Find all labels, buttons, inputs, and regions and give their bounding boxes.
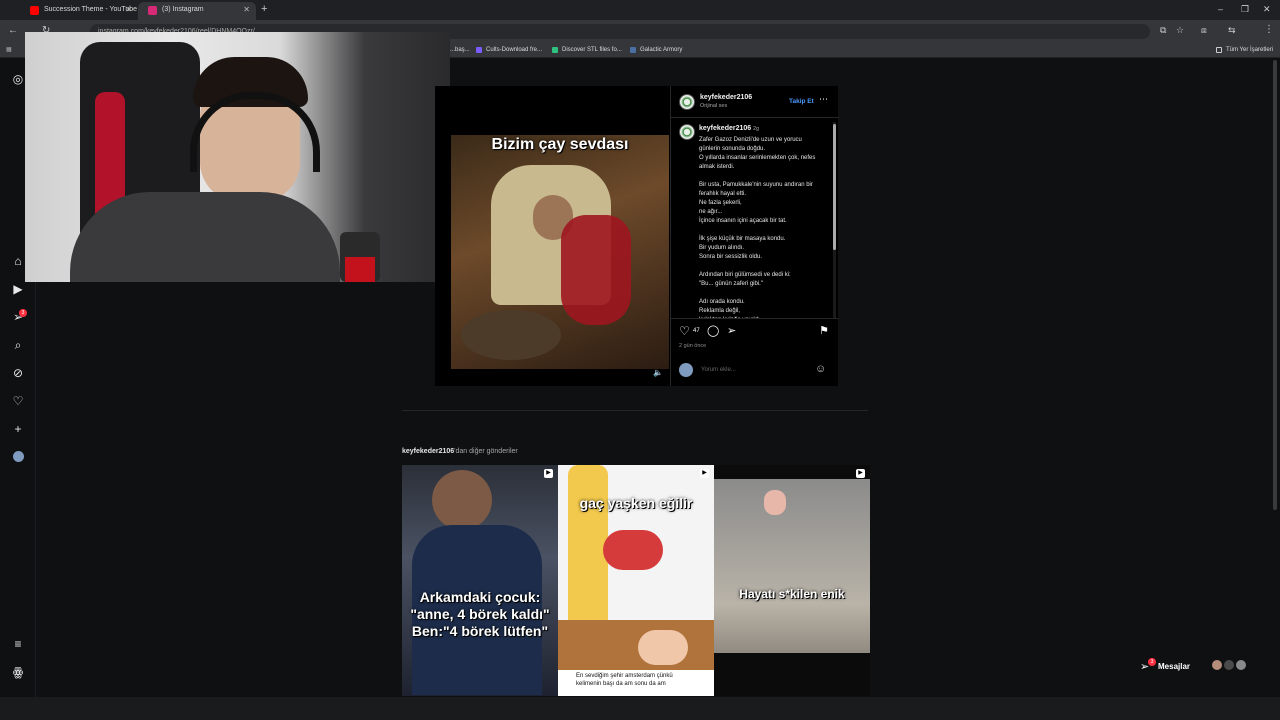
audio-label[interactable]: Orijinal ses <box>700 103 727 109</box>
profile-avatar[interactable] <box>10 449 26 465</box>
contact-avatar <box>1212 660 1222 670</box>
post-actions: ♡ 47 ◯ ➢ ⚑ 2 gün önce Yorum ekle... ☺ <box>671 318 839 386</box>
tab-title: Succession Theme - YouTube <box>44 6 138 13</box>
crab-toy <box>603 530 663 570</box>
contact-avatar <box>1224 660 1234 670</box>
more-post-3[interactable]: ▶ Hayatı s*kilen enik <box>714 465 870 696</box>
bookmark-icon <box>552 47 558 53</box>
youtube-icon <box>30 6 39 15</box>
mug-red <box>345 257 375 282</box>
giraffe <box>568 465 608 645</box>
person-sweater <box>70 192 340 282</box>
star-icon[interactable]: ☆ <box>1176 25 1184 36</box>
thumb-text: Arkamdaki çocuk: "anne, 4 börek kaldı" B… <box>410 589 550 639</box>
caption-username[interactable]: keyfekeder2106 <box>699 125 751 132</box>
reel-icon: ▶ <box>856 469 865 478</box>
taskbar-strip <box>0 697 1280 720</box>
follow-button[interactable]: Takip Et <box>789 98 814 105</box>
page-scrollbar-thumb[interactable] <box>1273 60 1277 510</box>
thumb-bottom <box>714 653 870 696</box>
close-tab-icon[interactable]: ✕ <box>125 2 132 18</box>
reel-video[interactable]: Bizim çay sevdası <box>451 135 669 369</box>
post-time: 2 gün önce <box>679 343 707 349</box>
comment-input[interactable]: Yorum ekle... <box>701 367 736 373</box>
like-icon[interactable]: ♡ <box>679 324 690 338</box>
reels-icon[interactable]: ▶ <box>10 281 26 297</box>
tab-instagram[interactable]: (3) Instagram ✕ <box>138 2 256 20</box>
messages-badge: 3 <box>1148 658 1156 666</box>
install-icon[interactable]: ⧉ <box>1160 25 1166 36</box>
volume-icon[interactable]: 🔈 <box>653 368 663 377</box>
instagram-icon[interactable]: ◎ <box>10 71 26 87</box>
more-posts-heading: keyfekeder2106'dan diğer gönderiler <box>402 448 518 455</box>
thumb-text: Hayatı s*kilen enik <box>739 587 845 601</box>
maximize-icon[interactable]: ❐ <box>1241 4 1249 15</box>
save-icon[interactable]: ⚑ <box>819 324 829 337</box>
close-window-icon[interactable]: ✕ <box>1263 4 1271 15</box>
close-tab-icon[interactable]: ✕ <box>243 2 250 18</box>
all-bookmarks[interactable]: Tüm Yer İşaretleri <box>1216 42 1273 58</box>
webcam-overlay <box>25 32 450 282</box>
reel-icon: ▶ <box>700 469 709 478</box>
bookmark-icon <box>630 47 636 53</box>
video-caption: Bizim çay sevdası <box>491 136 629 153</box>
tab-youtube[interactable]: Succession Theme - YouTube ✕ <box>20 2 138 20</box>
folder-icon <box>1216 47 1222 53</box>
contact-avatar <box>1236 660 1246 670</box>
browser-tab-bar: Succession Theme - YouTube ✕ (3) Instagr… <box>0 0 1280 20</box>
tab-title: (3) Instagram <box>162 6 204 13</box>
more-post-1[interactable]: ▶ Arkamdaki çocuk: "anne, 4 börek kaldı"… <box>402 465 558 696</box>
bookmark-icon <box>476 47 482 53</box>
back-icon[interactable]: ← <box>8 25 18 36</box>
tab-search-icon[interactable]: ⇆ <box>1228 25 1236 36</box>
minimize-icon[interactable]: – <box>1218 4 1223 14</box>
new-tab-icon[interactable]: + <box>261 3 267 15</box>
bookmark-item[interactable]: Cults-Download fre... <box>476 42 542 58</box>
bookmark-item[interactable]: Galactic Armory <box>630 42 682 58</box>
emoji-icon[interactable]: ☺ <box>815 363 826 375</box>
extensions-icon[interactable]: ⧈ <box>1201 25 1207 36</box>
my-avatar <box>679 363 693 377</box>
instagram-tab-icon <box>148 6 157 15</box>
username[interactable]: keyfekeder2106 <box>700 94 752 101</box>
notification-badge: 3 <box>19 309 27 317</box>
scrollbar-thumb[interactable] <box>833 124 836 250</box>
apps-icon[interactable]: ▦ <box>6 42 12 58</box>
caption-scrollbar[interactable] <box>833 122 836 318</box>
comment-icon[interactable]: ◯ <box>707 324 719 337</box>
share-icon[interactable]: ➢ <box>727 324 736 337</box>
piglet <box>764 490 786 515</box>
post-header: keyfekeder2106 Orijinal ses Takip Et ⋯ <box>671 86 839 118</box>
more-post-2[interactable]: ▶ gaç yaşken eğilir En sevdiğim şehir am… <box>558 465 714 696</box>
tea-jug <box>561 215 631 325</box>
menu-dots-icon[interactable]: ⋮ <box>1264 24 1274 35</box>
page-scrollbar[interactable] <box>1272 60 1278 696</box>
caption-text: Zafer Gazoz Denizli'de uzun ve yorucu gü… <box>699 137 816 318</box>
post-side-panel: keyfekeder2106 Orijinal ses Takip Et ⋯ k… <box>670 86 839 386</box>
threads-icon[interactable]: ꙮ <box>10 664 26 680</box>
caption-age: 2g <box>753 126 760 132</box>
heart-icon[interactable]: ♡ <box>10 393 26 409</box>
user-avatar[interactable] <box>679 94 695 110</box>
home-icon[interactable]: ⌂ <box>10 253 26 269</box>
bookmark-item[interactable]: Discover STL files fo... <box>552 42 622 58</box>
face <box>432 470 492 530</box>
explore-icon[interactable]: ⊘ <box>10 365 26 381</box>
like-count: 47 <box>693 328 700 334</box>
create-icon[interactable]: + <box>10 421 26 437</box>
messages-bar[interactable]: ➢ 3 Mesajlar <box>1130 656 1250 678</box>
reel-icon: ▶ <box>544 469 553 478</box>
search-icon[interactable]: ⌕ <box>10 337 26 353</box>
divider <box>402 410 868 411</box>
thumb-subtext: En sevdiğim şehir amsterdam çünkü kelime… <box>558 670 714 696</box>
baby <box>638 630 688 665</box>
more-options-icon[interactable]: ⋯ <box>819 94 828 105</box>
crib <box>558 620 714 670</box>
plate <box>461 310 561 360</box>
caption-avatar[interactable] <box>679 124 695 140</box>
messages-label: Mesajlar <box>1158 662 1191 671</box>
thumb-text: gaç yaşken eğilir <box>579 495 693 511</box>
menu-icon[interactable]: ≡ <box>10 636 26 652</box>
